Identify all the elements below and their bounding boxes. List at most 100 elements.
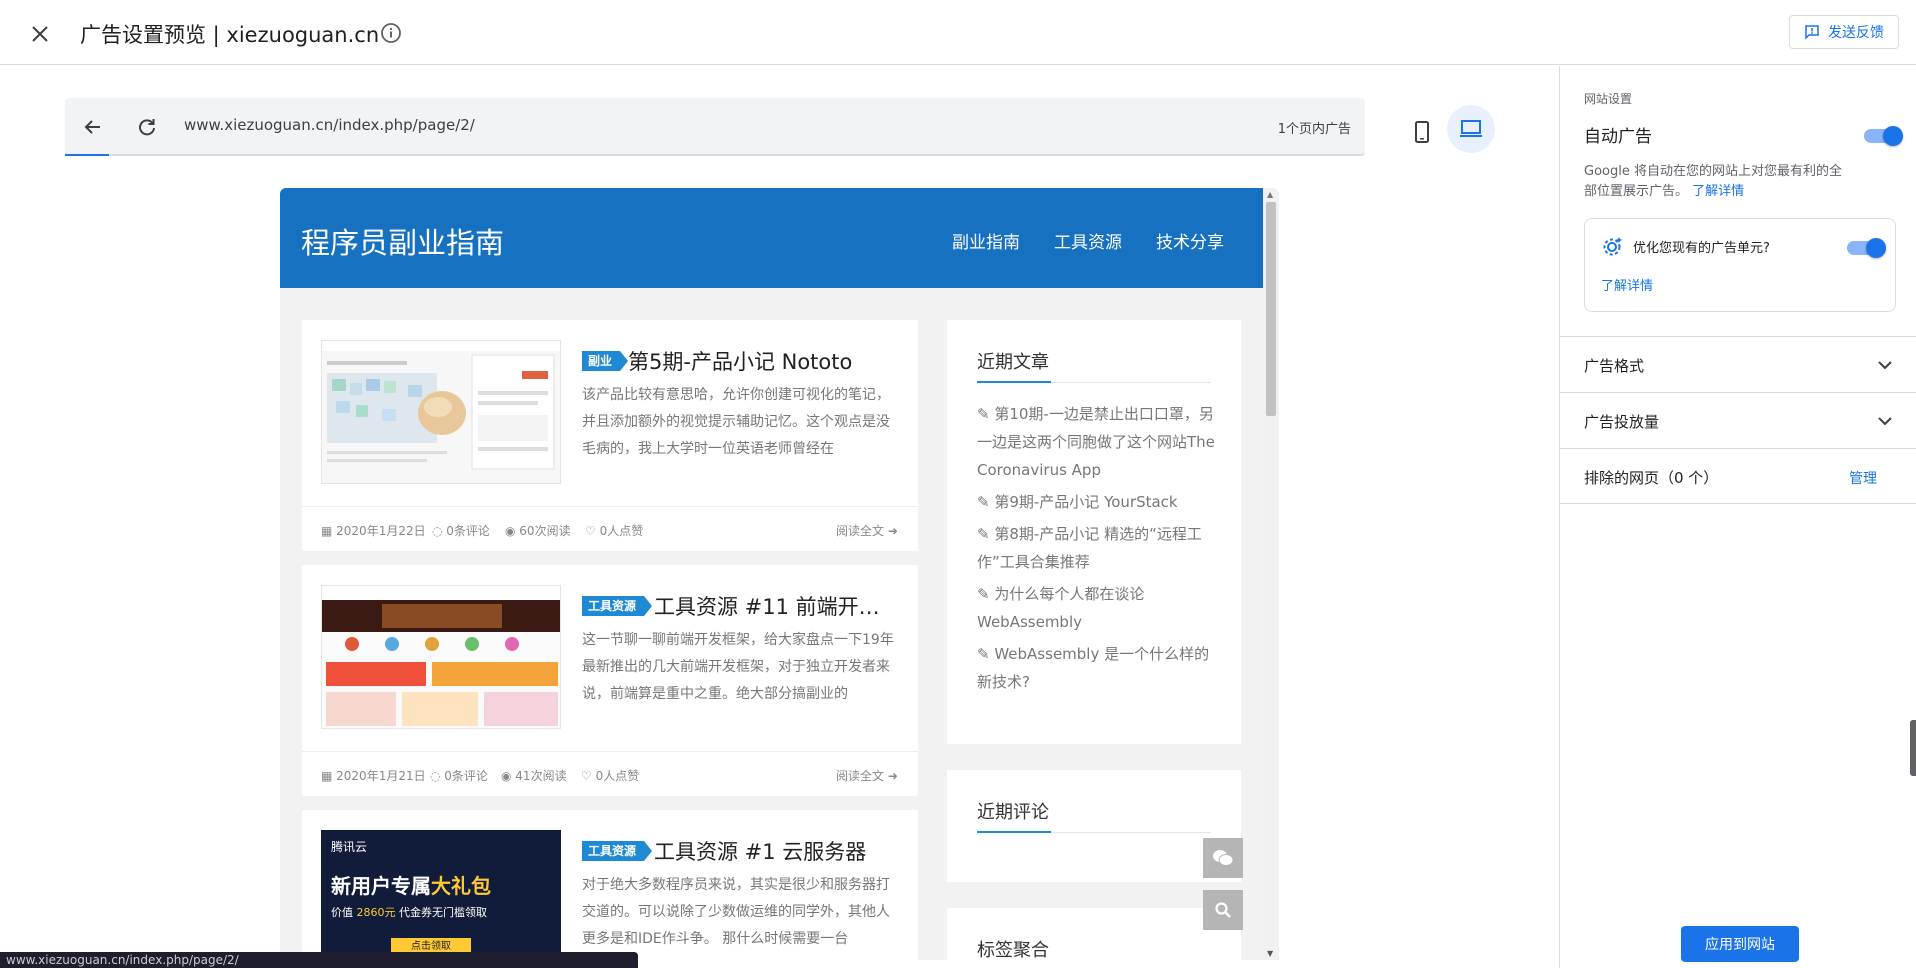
learn-more-link[interactable]: 了解详情 <box>1692 184 1744 199</box>
post-date: ▦ 2020年1月22日 <box>321 524 426 538</box>
site-preview: 程序员副业指南 副业指南 工具资源 技术分享 副业 第5期-产品小记 Notot… <box>280 188 1279 960</box>
recent-comments-widget: 近期评论 <box>947 770 1241 882</box>
apply-to-site-button[interactable]: 应用到网站 <box>1681 926 1799 962</box>
recent-posts-list: ✎ 第10期-一边是禁止出口口罩，另一边是这两个同胞做了这个网站The Coro… <box>977 400 1215 700</box>
recent-post-link[interactable]: ✎ 为什么每个人都在谈论WebAssembly <box>977 580 1215 636</box>
post-thumbnail[interactable]: 腾讯云 新用户专属大礼包 价值 2860元 代金券无门槛领取 点击领取 <box>321 830 561 960</box>
send-feedback-button[interactable]: 发送反馈 <box>1789 15 1899 49</box>
excluded-pages-label: 排除的网页（0 个） <box>1584 469 1719 487</box>
ad-formats-row[interactable]: 广告格式 <box>1560 336 1916 392</box>
load-progress <box>65 154 109 156</box>
feedback-icon <box>1805 25 1819 40</box>
post-meta: ▦ 2020年1月21日 ◌ 0条评论 ◉ 41次阅读 ♡ 0人点赞 阅读全文 … <box>302 751 918 796</box>
post-views: ◉ 60次阅读 <box>505 524 571 538</box>
optimize-card: 优化您现有的广告单元? 了解详情 <box>1584 218 1896 312</box>
widget-underline <box>977 831 1211 833</box>
thumb-sub: 价值 2860元 代金券无门槛领取 <box>331 906 487 919</box>
arrow-back-icon <box>84 120 100 134</box>
settings-sparkle-icon <box>1603 237 1622 256</box>
post-title[interactable]: 工具资源 #1 云服务器 <box>654 836 900 866</box>
site-logo[interactable]: 程序员副业指南 <box>301 220 504 262</box>
tags-widget: 标签聚合 <box>947 908 1241 960</box>
post-card: 工具资源 工具资源 #11 前端开发… 这一节聊一聊前端开发框架，给大家盘点一下… <box>302 565 918 796</box>
post-meta: ▦ 2020年1月22日 ◌ 0条评论 ◉ 60次阅读 ♡ 0人点赞 阅读全文 … <box>302 506 918 551</box>
chevron-down-icon <box>1878 417 1892 426</box>
desktop-view-button[interactable] <box>1447 105 1495 153</box>
mobile-view-button[interactable] <box>1400 110 1444 154</box>
side-edge-tab[interactable] <box>1910 720 1916 776</box>
ad-formats-label: 广告格式 <box>1584 357 1645 375</box>
phone-icon <box>1415 121 1429 143</box>
preview-url-bar: www.xiezuoguan.cn/index.php/page/2/ 1个页内… <box>65 98 1365 156</box>
post-card: 副业 第5期-产品小记 Nototo 该产品比较有意思哈，允许你创建可视化的笔记… <box>302 320 918 551</box>
site-nav-item[interactable]: 副业指南 <box>952 228 1020 253</box>
read-more-link[interactable]: 阅读全文 ➜ <box>836 767 898 784</box>
widget-title: 近期文章 <box>977 352 1049 373</box>
url-text[interactable]: www.xiezuoguan.cn/index.php/page/2/ <box>184 116 475 134</box>
close-button[interactable] <box>26 20 54 48</box>
search-button[interactable] <box>1203 890 1243 930</box>
laptop-icon <box>1460 120 1482 137</box>
ad-load-row[interactable]: 广告投放量 <box>1560 392 1916 448</box>
wechat-button[interactable] <box>1203 838 1243 878</box>
status-url: www.xiezuoguan.cn/index.php/page/2/ <box>0 952 638 968</box>
post-likes[interactable]: ♡ 0人点赞 <box>585 522 643 539</box>
recent-post-link[interactable]: ✎ 第10期-一边是禁止出口口罩，另一边是这两个同胞做了这个网站The Coro… <box>977 400 1215 484</box>
info-icon[interactable] <box>380 22 402 44</box>
scroll-thumb[interactable] <box>1266 202 1276 416</box>
reload-button[interactable] <box>133 113 161 141</box>
recent-post-link[interactable]: ✎ WebAssembly 是一个什么样的新技术? <box>977 640 1215 696</box>
optimize-label: 优化您现有的广告单元? <box>1633 241 1770 256</box>
post-views: ◉ 41次阅读 <box>501 769 567 783</box>
section-label: 网站设置 <box>1584 92 1633 106</box>
post-excerpt: 对于绝大多数程序员来说，其实是很少和服务器打交道的。可以说除了少数做运维的同学外… <box>582 877 890 947</box>
auto-ads-description: Google 将自动在您的网站上对您最有利的全部位置展示广告。 了解详情 <box>1584 164 1842 199</box>
scroll-up-arrow-icon[interactable]: ▲ <box>1267 190 1273 199</box>
ad-load-label: 广告投放量 <box>1584 413 1660 431</box>
recent-post-link[interactable]: ✎ 第8期-产品小记 精选的“远程工作”工具合集推荐 <box>977 520 1215 576</box>
post-title[interactable]: 工具资源 #11 前端开发… <box>654 591 900 621</box>
post-category-tag[interactable]: 工具资源 <box>582 841 653 861</box>
feedback-label: 发送反馈 <box>1828 25 1884 41</box>
page-title: 广告设置预览 | xiezuoguan.cn <box>80 23 380 47</box>
widget-title: 近期评论 <box>977 802 1049 823</box>
optimize-learn-more-link[interactable]: 了解详情 <box>1601 275 1653 294</box>
site-scrollbar[interactable]: ▲ ▼ <box>1263 188 1279 960</box>
post-comments[interactable]: ◌ 0条评论 <box>430 767 488 784</box>
top-bar: 广告设置预览 | xiezuoguan.cn 发送反馈 <box>0 0 1916 65</box>
post-card: 腾讯云 新用户专属大礼包 价值 2860元 代金券无门槛领取 点击领取 工具资源… <box>302 810 918 960</box>
post-thumbnail[interactable] <box>321 340 561 484</box>
recent-post-link[interactable]: ✎ 第9期-产品小记 YourStack <box>977 488 1215 516</box>
manage-link[interactable]: 管理 <box>1849 468 1877 488</box>
post-comments[interactable]: ◌ 0条评论 <box>432 522 490 539</box>
post-date: ▦ 2020年1月21日 <box>321 769 426 783</box>
wechat-icon <box>1213 850 1234 866</box>
post-category-tag[interactable]: 副业 <box>582 351 629 371</box>
scroll-down-arrow-icon[interactable]: ▼ <box>1267 949 1273 958</box>
post-thumbnail[interactable] <box>321 585 561 729</box>
post-excerpt: 这一节聊一聊前端开发框架，给大家盘点一下19年最新推出的几大前端开发框架，对于独… <box>582 632 894 702</box>
excluded-pages-row: 排除的网页（0 个） 管理 <box>1560 448 1916 504</box>
close-icon <box>32 26 48 42</box>
post-category-tag[interactable]: 工具资源 <box>582 596 653 616</box>
widget-title: 标签聚合 <box>977 940 1049 960</box>
optimize-toggle[interactable] <box>1847 238 1886 258</box>
chevron-down-icon <box>1878 361 1892 370</box>
auto-ads-title: 自动广告 <box>1584 127 1652 147</box>
site-header: 程序员副业指南 副业指南 工具资源 技术分享 <box>280 188 1263 288</box>
reload-icon <box>139 119 155 136</box>
post-likes[interactable]: ♡ 0人点赞 <box>581 767 639 784</box>
read-more-link[interactable]: 阅读全文 ➜ <box>836 522 898 539</box>
back-button[interactable] <box>79 113 107 141</box>
preview-area: www.xiezuoguan.cn/index.php/page/2/ 1个页内… <box>0 66 1559 968</box>
ad-count: 1个页内广告 <box>1277 122 1351 137</box>
thumb-brand: 腾讯云 <box>331 840 368 854</box>
post-title[interactable]: 第5期-产品小记 Nototo <box>628 346 908 376</box>
settings-panel: 网站设置 自动广告 Google 将自动在您的网站上对您最有利的全部位置展示广告… <box>1559 66 1916 968</box>
site-nav-item[interactable]: 技术分享 <box>1156 228 1224 253</box>
site-nav-item[interactable]: 工具资源 <box>1054 228 1122 253</box>
auto-ads-toggle[interactable] <box>1864 126 1903 146</box>
post-excerpt: 该产品比较有意思哈，允许你创建可视化的笔记，并且添加额外的视觉提示辅助记忆。这个… <box>582 387 890 457</box>
search-icon <box>1215 902 1231 918</box>
recent-posts-widget: 近期文章 ✎ 第10期-一边是禁止出口口罩，另一边是这两个同胞做了这个网站The… <box>947 320 1241 744</box>
